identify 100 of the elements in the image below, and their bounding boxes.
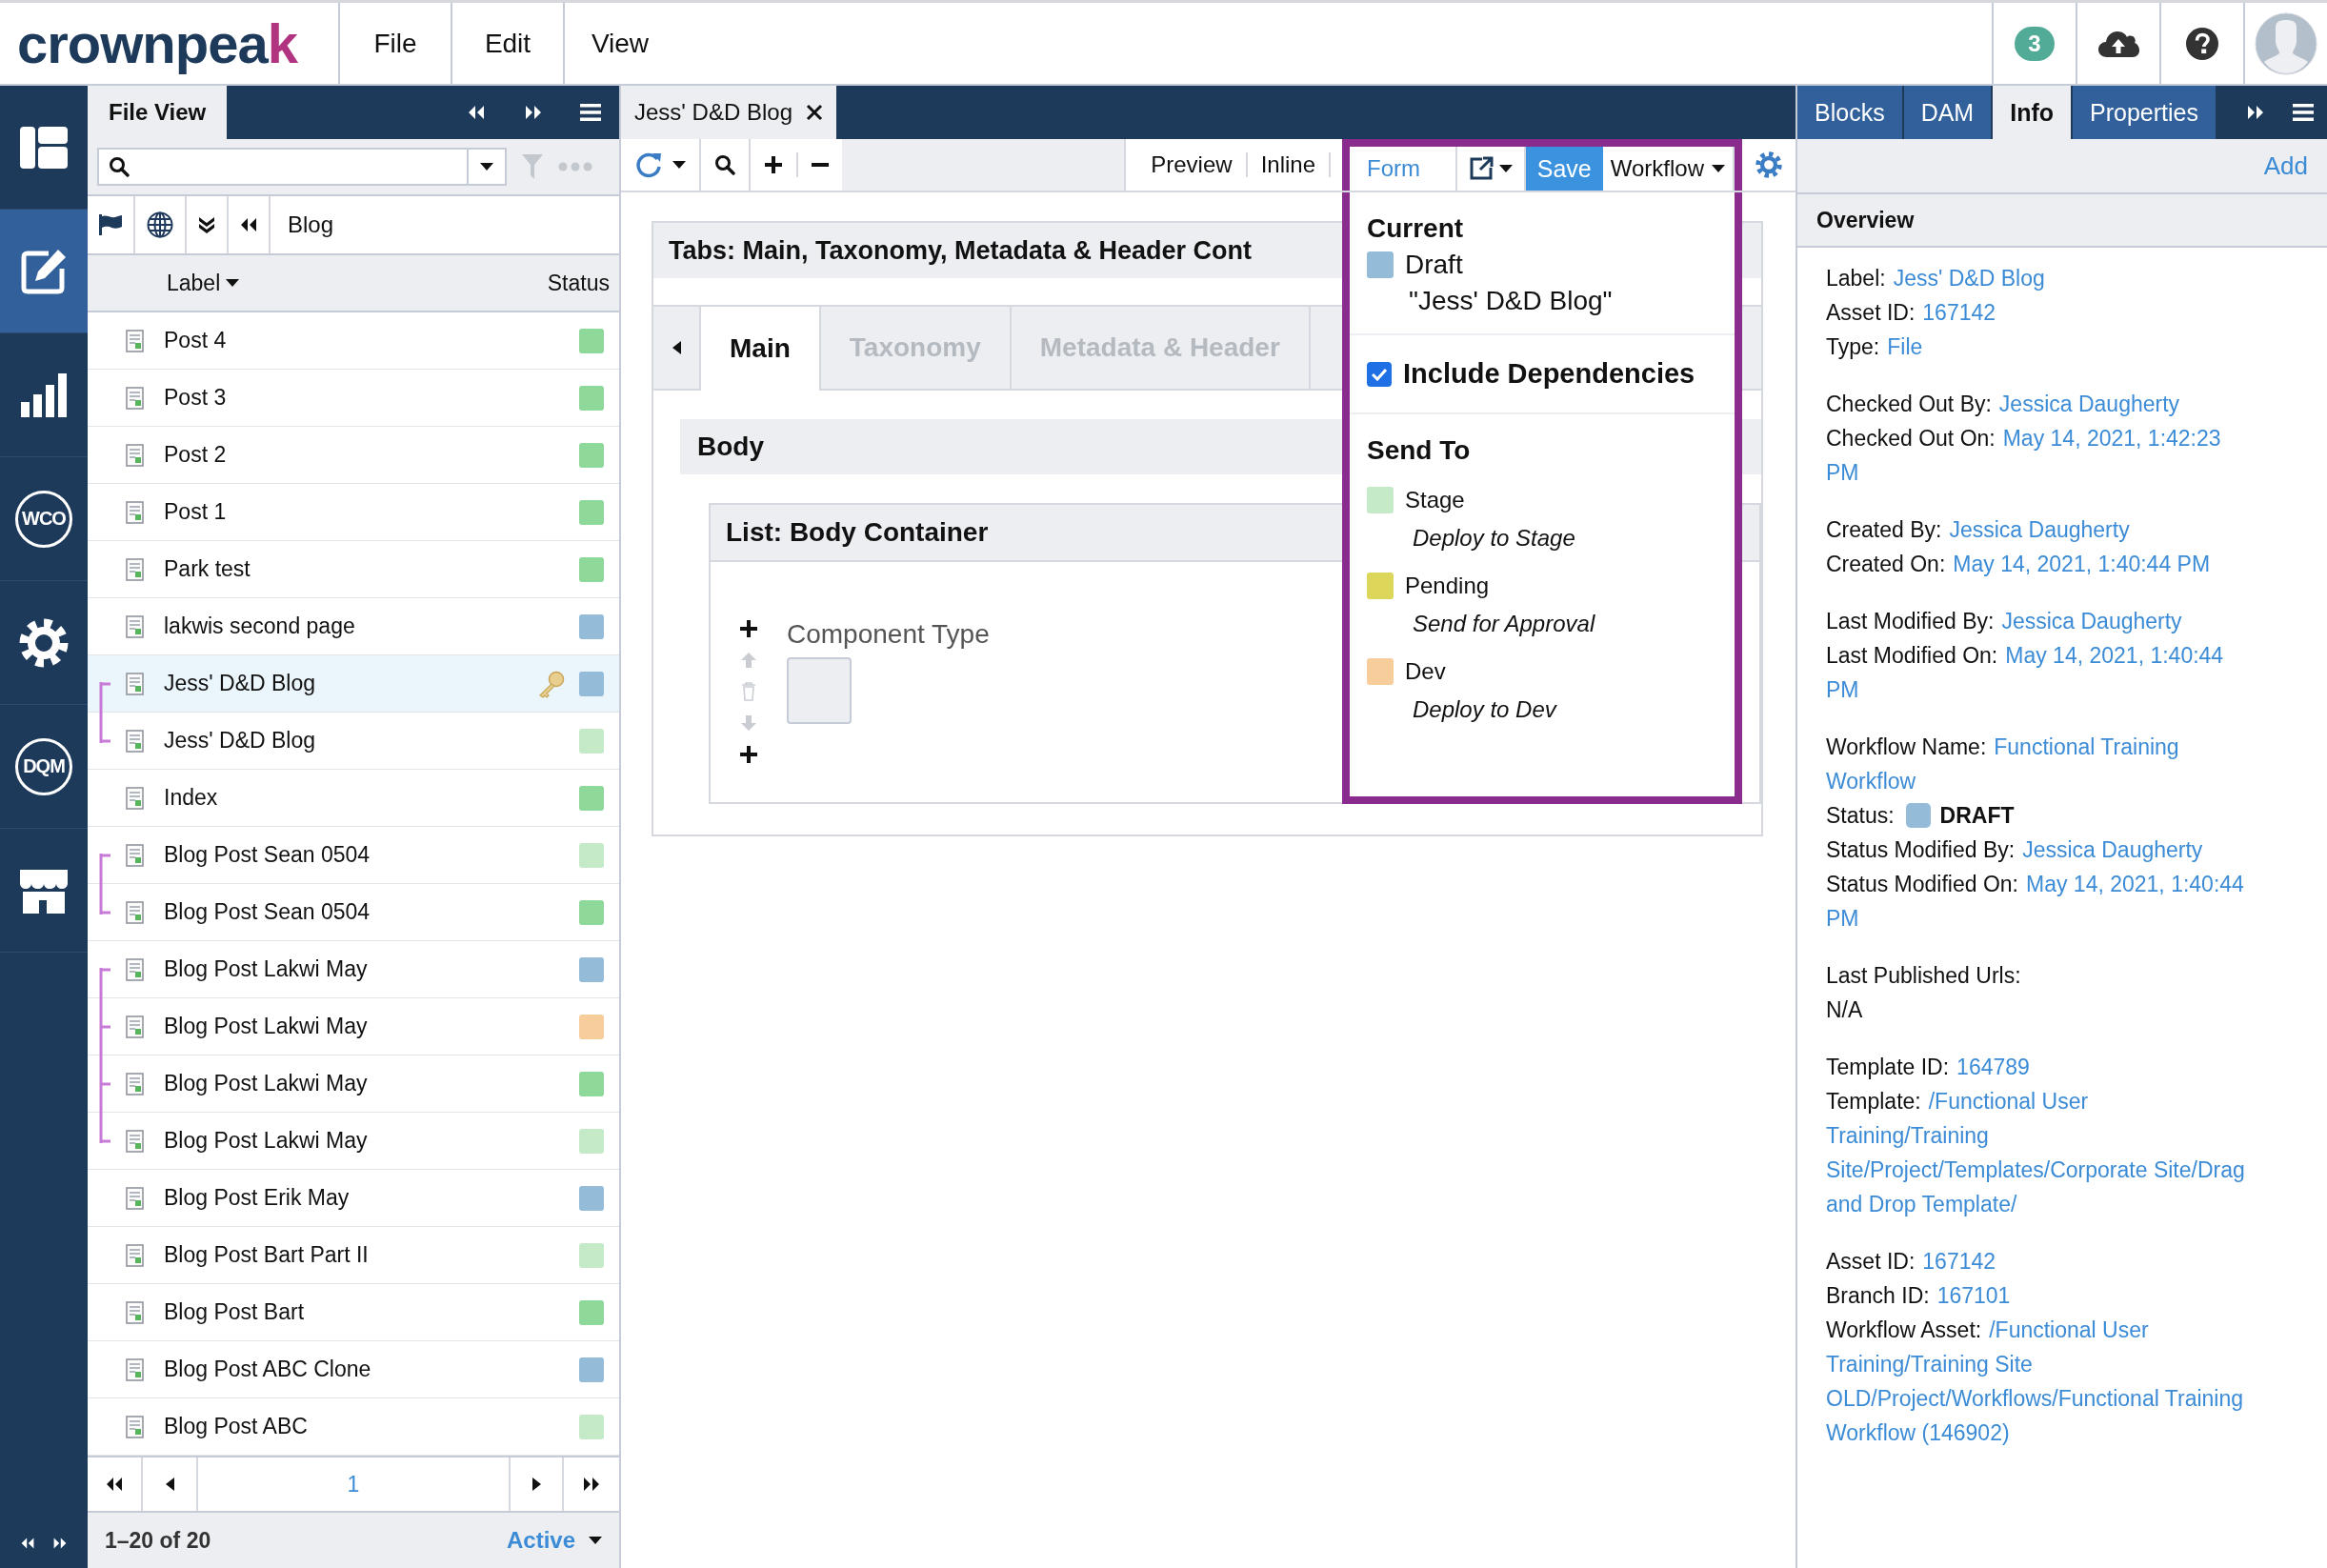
document-icon [126, 900, 145, 924]
globe-icon[interactable] [147, 211, 173, 238]
double-left-icon [20, 1536, 35, 1551]
double-down-icon[interactable] [198, 216, 215, 233]
file-row[interactable]: Index [88, 770, 619, 827]
file-label: Blog Post Sean 0504 [164, 842, 371, 868]
panel-tab[interactable]: Blocks [1797, 86, 1904, 139]
document-icon [126, 786, 145, 810]
info-field: Status Modified By: Jessica Daugherty [1826, 833, 2203, 867]
column-header[interactable]: Status [547, 270, 610, 296]
document-tab[interactable]: Jess' D&D Blog [621, 86, 836, 139]
rail-button[interactable]: WCO [0, 457, 88, 581]
menu-item[interactable]: Pending [1405, 573, 1490, 599]
info-field: Asset ID: 167142 [1826, 295, 1996, 330]
rail-button[interactable]: DQM [0, 705, 88, 829]
file-row[interactable]: Blog Post Lakwi May [88, 998, 619, 1055]
info-field: Checked Out On: May 14, 2021, 1:42:23 PM [1826, 421, 2245, 490]
document-icon [126, 1072, 145, 1096]
file-row[interactable]: Jess' D&D Blog [88, 713, 619, 770]
document-icon [126, 386, 145, 410]
file-row[interactable]: Blog Post Erik May [88, 1170, 619, 1227]
file-row[interactable]: Post 4 [88, 312, 619, 370]
open-external-button[interactable] [1454, 147, 1526, 191]
file-row[interactable]: Blog Post ABC Clone [88, 1341, 619, 1398]
file-row[interactable]: Blog Post Sean 0504 [88, 884, 619, 941]
close-icon[interactable] [806, 104, 823, 121]
file-label: Blog Post ABC Clone [164, 1357, 371, 1382]
document-icon [126, 1186, 145, 1210]
file-row[interactable]: Post 1 [88, 484, 619, 541]
file-row[interactable]: Post 2 [88, 427, 619, 484]
view-tab[interactable]: Preview [1137, 139, 1246, 191]
file-label: Post 1 [164, 499, 227, 525]
column-header[interactable]: Label [167, 270, 240, 296]
search-field[interactable] [97, 148, 507, 186]
caret-icon [589, 1537, 602, 1544]
bar-chart-icon [21, 372, 67, 417]
minus-icon [812, 163, 829, 167]
info-field: Workflow Asset: /Functional User Training/Training Site OLD/Project/Workflows/Functional Training Workflow (146902) [1826, 1313, 2245, 1450]
file-label: Blog Post Erik May [164, 1185, 350, 1211]
help-icon[interactable] [2186, 27, 2218, 60]
file-row[interactable]: Blog Post Lakwi May [88, 1113, 619, 1170]
document-icon [126, 1300, 145, 1324]
info-field: Checked Out By: Jessica Daugherty [1826, 387, 2180, 421]
plus-icon [764, 155, 783, 174]
edit-icon [20, 247, 68, 295]
panel-tab[interactable]: Info [1993, 86, 2074, 139]
file-label: Blog Post Lakwi May [164, 1128, 368, 1154]
page-number[interactable]: 1 [198, 1457, 509, 1511]
menu-button[interactable]: Edit [451, 3, 563, 84]
caret-icon [672, 161, 686, 169]
document-icon [126, 1243, 145, 1267]
document-icon [126, 614, 145, 638]
double-left-icon[interactable] [240, 216, 257, 233]
file-row[interactable]: Blog Post Bart [88, 1284, 619, 1341]
caret-icon [1712, 165, 1725, 172]
file-row[interactable]: Blog Post Lakwi May [88, 941, 619, 998]
panel-tab[interactable]: File View [88, 86, 228, 139]
caret-icon [226, 279, 240, 287]
menu-item-description: Send for Approval [1413, 611, 1596, 637]
file-label: Jess' D&D Blog [164, 671, 316, 696]
breadcrumb-link[interactable]: Blog [271, 196, 334, 253]
file-label: Blog Post ABC [164, 1414, 308, 1439]
info-field: Last Published Urls: N/A [1826, 958, 2029, 1027]
panel-tab[interactable]: Properties [2073, 86, 2217, 139]
checkmark-icon [1372, 367, 1387, 381]
file-row[interactable]: Post 3 [88, 370, 619, 427]
file-row[interactable]: Park test [88, 541, 619, 598]
file-row[interactable]: Jess' D&D Blog [88, 655, 619, 713]
document-icon [126, 1415, 145, 1438]
file-row[interactable]: Blog Post Lakwi May [88, 1055, 619, 1113]
file-row[interactable]: Blog Post ABC [88, 1398, 619, 1456]
flag-icon[interactable] [99, 214, 122, 235]
view-tab[interactable]: Inline [1247, 139, 1329, 191]
menu-button[interactable]: View [563, 3, 675, 84]
view-tab[interactable]: Form [1350, 147, 1437, 191]
settings-button[interactable] [1742, 139, 1795, 191]
section-heading: Send To [1367, 435, 1472, 466]
storefront-icon [20, 867, 68, 914]
menu-button[interactable]: File [338, 3, 451, 84]
checkbox-label[interactable]: Include Dependencies [1367, 349, 1717, 399]
section-tab[interactable]: Main [701, 307, 821, 391]
document-icon [126, 329, 145, 352]
settings-icon [19, 617, 69, 668]
checkbox[interactable] [1367, 361, 1392, 387]
file-label: Index [164, 785, 218, 811]
menu-item[interactable]: Dev [1405, 658, 1446, 685]
left-arrow-icon [672, 341, 681, 354]
document-icon [126, 672, 145, 695]
menu-icon [2293, 103, 2314, 122]
search-icon [109, 156, 130, 177]
document-icon [126, 729, 145, 753]
file-label: Blog Post Lakwi May [164, 1071, 368, 1096]
file-row[interactable]: Blog Post Sean 0504 [88, 827, 619, 884]
status-label: Draft [1405, 250, 1463, 280]
info-field: Branch ID: 167101 [1826, 1278, 2011, 1313]
info-field: Last Modified On: May 14, 2021, 1:40:44 PM [1826, 638, 2245, 707]
panel-tab[interactable]: DAM [1903, 86, 1994, 139]
file-label: Blog Post Bart Part II [164, 1242, 369, 1268]
file-row[interactable]: Blog Post Bart Part II [88, 1227, 619, 1284]
file-label: Post 2 [164, 442, 227, 468]
